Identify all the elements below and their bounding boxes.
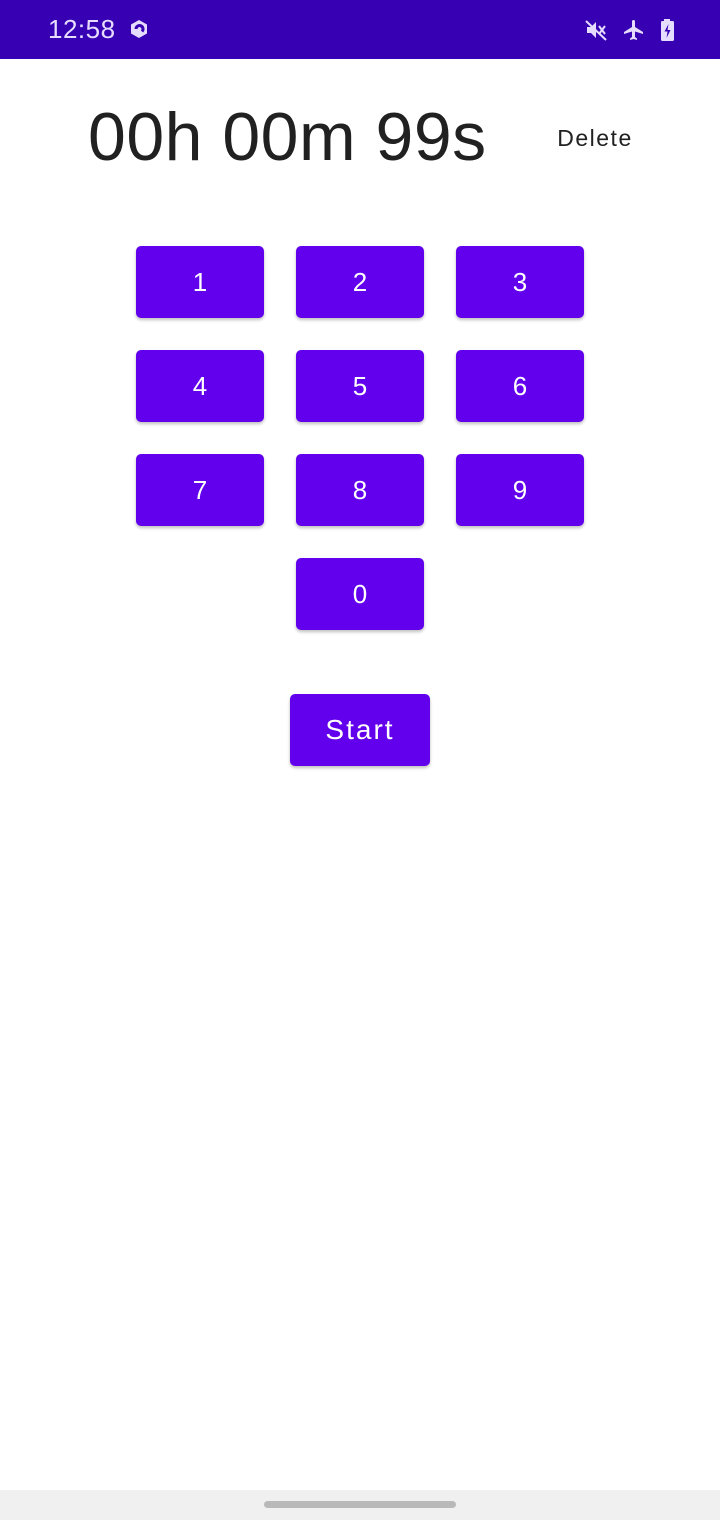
airplane-mode-icon bbox=[622, 18, 646, 42]
key-1-button[interactable]: 1 bbox=[136, 246, 264, 318]
key-3-button[interactable]: 3 bbox=[456, 246, 584, 318]
key-9-button[interactable]: 9 bbox=[456, 454, 584, 526]
status-icons bbox=[584, 16, 676, 44]
navigation-bar bbox=[0, 1490, 720, 1520]
key-0-button[interactable]: 0 bbox=[296, 558, 424, 630]
key-8-button[interactable]: 8 bbox=[296, 454, 424, 526]
battery-charging-icon bbox=[660, 18, 676, 42]
key-6-button[interactable]: 6 bbox=[456, 350, 584, 422]
status-time: 12:58 bbox=[48, 14, 116, 44]
timer-display: 00h 00m 99s bbox=[88, 99, 487, 175]
key-5-button[interactable]: 5 bbox=[296, 350, 424, 422]
home-gesture-handle[interactable] bbox=[264, 1501, 456, 1508]
key-2-button[interactable]: 2 bbox=[296, 246, 424, 318]
delete-button[interactable]: Delete bbox=[540, 116, 650, 160]
app-notification-icon bbox=[128, 18, 150, 40]
status-bar: 12:58 bbox=[0, 0, 720, 59]
key-4-button[interactable]: 4 bbox=[136, 350, 264, 422]
vibrate-icon bbox=[584, 18, 608, 42]
start-button[interactable]: Start bbox=[290, 694, 430, 766]
key-7-button[interactable]: 7 bbox=[136, 454, 264, 526]
